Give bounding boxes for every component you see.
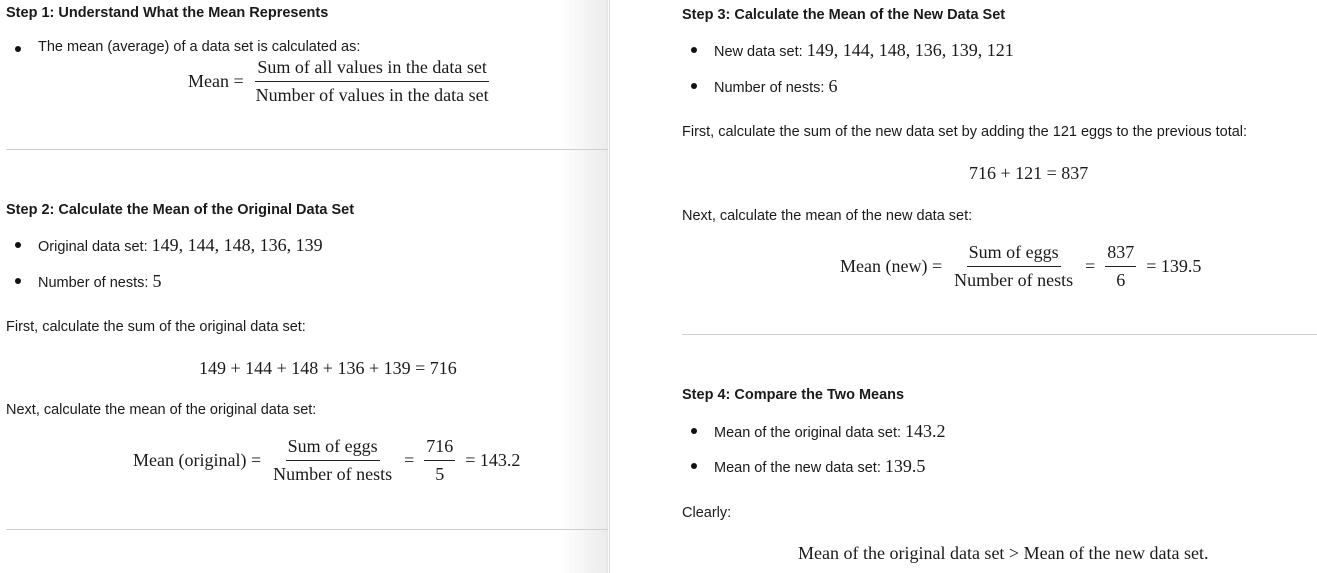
divider: [682, 334, 1317, 335]
sum-equation: 149 + 144 + 148 + 136 + 139 = 716: [199, 358, 457, 378]
formula-lhs: Mean =: [188, 71, 244, 91]
paragraph: Clearly:: [682, 505, 732, 521]
divider: [6, 529, 608, 530]
list-item: Original data set: 149, 144, 148, 136, 1…: [15, 235, 323, 255]
mean-new-formula: Mean (new) = Sum of eggs Number of nests …: [840, 242, 1202, 290]
paragraph: First, calculate the sum of the original…: [6, 319, 306, 335]
paragraph: Next, calculate the mean of the original…: [6, 402, 317, 418]
list-item: Number of nests: 6: [690, 76, 838, 96]
formula-numerator: Sum of all values in the data set: [255, 57, 489, 82]
paragraph: Next, calculate the mean of the new data…: [682, 208, 973, 224]
comparison-statement: Mean of the original data set > Mean of …: [798, 543, 1209, 563]
mean-original-formula: Mean (original) = Sum of eggs Number of n…: [133, 436, 521, 484]
list-item: Mean of the original data set: 143.2: [691, 421, 946, 441]
paragraph: First, calculate the sum of the new data…: [682, 124, 1248, 140]
list-item: Number of nests: 5: [14, 271, 162, 291]
step3-heading: Step 3: Calculate the Mean of the New Da…: [682, 7, 1006, 23]
left-panel: Step 1: Understand What the Mean Represe…: [0, 0, 608, 573]
list-item: Mean of the new data set: 139.5: [690, 456, 926, 476]
mean-formula: Mean = Sum of all values in the data set…: [188, 57, 495, 106]
step4-heading: Step 4: Compare the Two Means: [682, 387, 905, 403]
right-panel: Step 3: Calculate the Mean of the New Da…: [609, 0, 1317, 573]
list-item: New data set: 149, 144, 148, 136, 139, 1…: [691, 40, 1014, 60]
formula-denominator: Number of values in the data set: [255, 85, 489, 105]
step1-bullet: The mean (average) of a data set is calc…: [14, 39, 361, 55]
step1-heading: Step 1: Understand What the Mean Represe…: [6, 5, 329, 21]
divider: [6, 149, 608, 150]
sum-equation: 716 + 121 = 837: [969, 163, 1089, 183]
step2-heading: Step 2: Calculate the Mean of the Origin…: [6, 202, 355, 218]
